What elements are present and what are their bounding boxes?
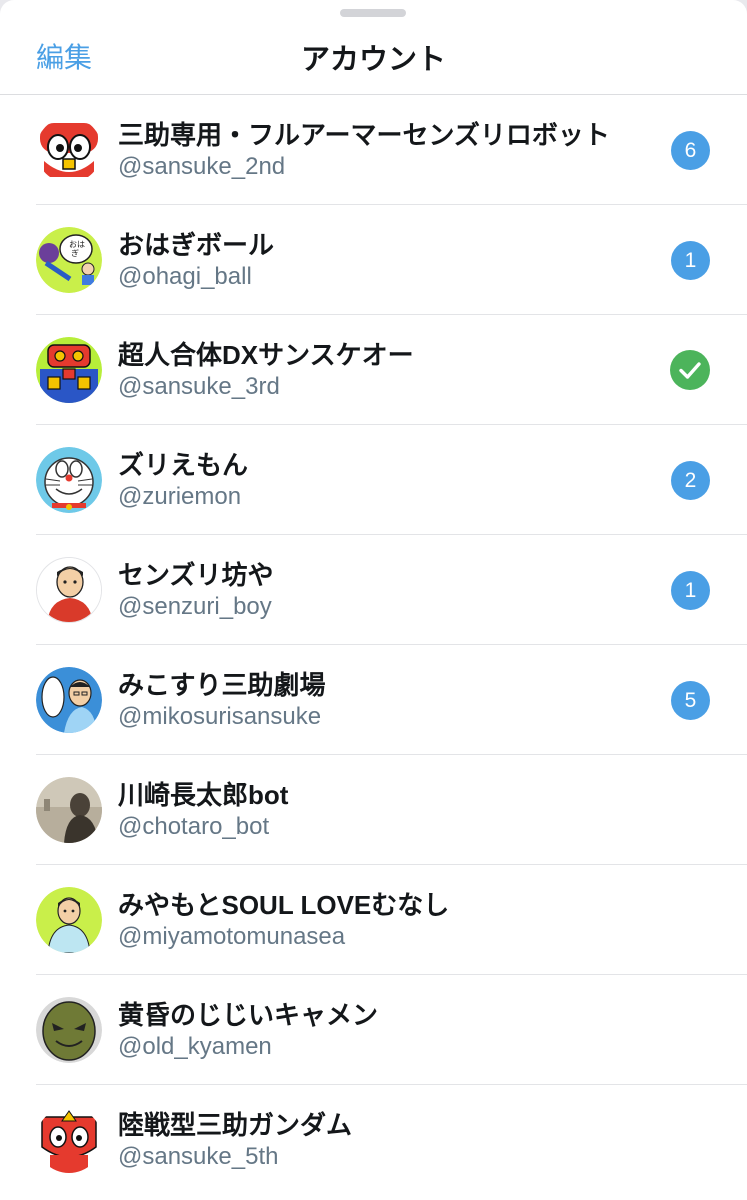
account-name: 川崎長太郎bot [118, 780, 289, 810]
account-row[interactable]: みこすり三助劇場 @mikosurisansuke 5 [0, 645, 747, 755]
page-title: アカウント [300, 44, 446, 76]
gundam-avatar-icon [36, 1107, 102, 1173]
account-list: 三助専用・フルアーマーセンズリロボット @sansuke_2nd 6 おは ぎ … [0, 95, 747, 1195]
account-name: みやもとSOUL LOVEむなし [118, 890, 450, 920]
soul-love-avatar-icon [36, 887, 102, 953]
account-switcher-sheet: 編集 アカウント 三助専用・フルアーマーセンズリロボット @sansuke_2n… [0, 0, 747, 1200]
current-account-check-icon [670, 350, 710, 390]
avatar [36, 337, 102, 403]
unread-badge: 5 [671, 681, 710, 720]
account-name: 陸戦型三助ガンダム [118, 1110, 353, 1140]
avatar [36, 667, 102, 733]
account-row[interactable]: みやもとSOUL LOVEむなし @miyamotomunasea [0, 865, 747, 975]
unread-badge: 1 [671, 241, 710, 280]
account-handle: @mikosurisansuke [118, 703, 322, 730]
account-name: みこすり三助劇場 [118, 670, 326, 700]
header: 編集 アカウント [0, 0, 747, 95]
avatar [36, 447, 102, 513]
account-name: おはぎボール [118, 230, 275, 260]
unread-badge: 6 [671, 131, 710, 170]
account-handle: @chotaro_bot [118, 813, 270, 840]
avatar: おは ぎ [36, 227, 102, 293]
account-row[interactable]: 川崎長太郎bot @chotaro_bot [0, 755, 747, 865]
theater-avatar-icon [36, 667, 102, 733]
account-handle: @sansuke_2nd [118, 153, 286, 180]
account-name: ズリえもん [118, 450, 249, 480]
avatar [36, 1107, 102, 1173]
account-row[interactable]: 三助専用・フルアーマーセンズリロボット @sansuke_2nd 6 [0, 95, 747, 205]
old-photo-avatar-icon [36, 777, 102, 843]
account-name: 超人合体DXサンスケオー [118, 340, 414, 370]
account-row[interactable]: ズリえもん @zuriemon 2 [0, 425, 747, 535]
account-row[interactable]: 超人合体DXサンスケオー @sansuke_3rd [0, 315, 747, 425]
account-handle: @sansuke_3rd [118, 373, 280, 400]
unread-badge: 1 [671, 571, 710, 610]
robot-red-avatar-icon [36, 117, 102, 183]
avatar [36, 887, 102, 953]
ohagi-ball-avatar-icon: おは ぎ [36, 227, 102, 293]
account-handle: @zuriemon [118, 483, 242, 510]
avatar [36, 997, 102, 1063]
avatar [36, 117, 102, 183]
account-handle: @senzuri_boy [118, 593, 272, 620]
svg-text:おは: おは [69, 240, 85, 249]
avatar [36, 777, 102, 843]
account-name: 黄昏のじじいキャメン [118, 1000, 379, 1030]
account-row[interactable]: 陸戦型三助ガンダム @sansuke_5th [0, 1085, 747, 1195]
account-handle: @miyamotomunasea [118, 923, 346, 950]
unread-badge: 2 [671, 461, 710, 500]
avatar [36, 557, 102, 623]
zuriemon-avatar-icon [36, 447, 102, 513]
account-name: 三助専用・フルアーマーセンズリロボット [118, 120, 610, 150]
super-robot-avatar-icon [36, 337, 102, 403]
account-row[interactable]: 黄昏のじじいキャメン @old_kyamen [0, 975, 747, 1085]
account-handle: @old_kyamen [118, 1033, 272, 1060]
account-row[interactable]: センズリ坊や @senzuri_boy 1 [0, 535, 747, 645]
account-row[interactable]: おは ぎ おはぎボール @ohagi_ball 1 [0, 205, 747, 315]
kyamen-mask-avatar-icon [36, 997, 102, 1063]
account-handle: @ohagi_ball [118, 263, 252, 290]
svg-text:ぎ: ぎ [71, 248, 79, 258]
account-handle: @sansuke_5th [118, 1143, 279, 1170]
senzuri-boy-avatar-icon [37, 558, 101, 622]
account-name: センズリ坊や [118, 560, 274, 590]
